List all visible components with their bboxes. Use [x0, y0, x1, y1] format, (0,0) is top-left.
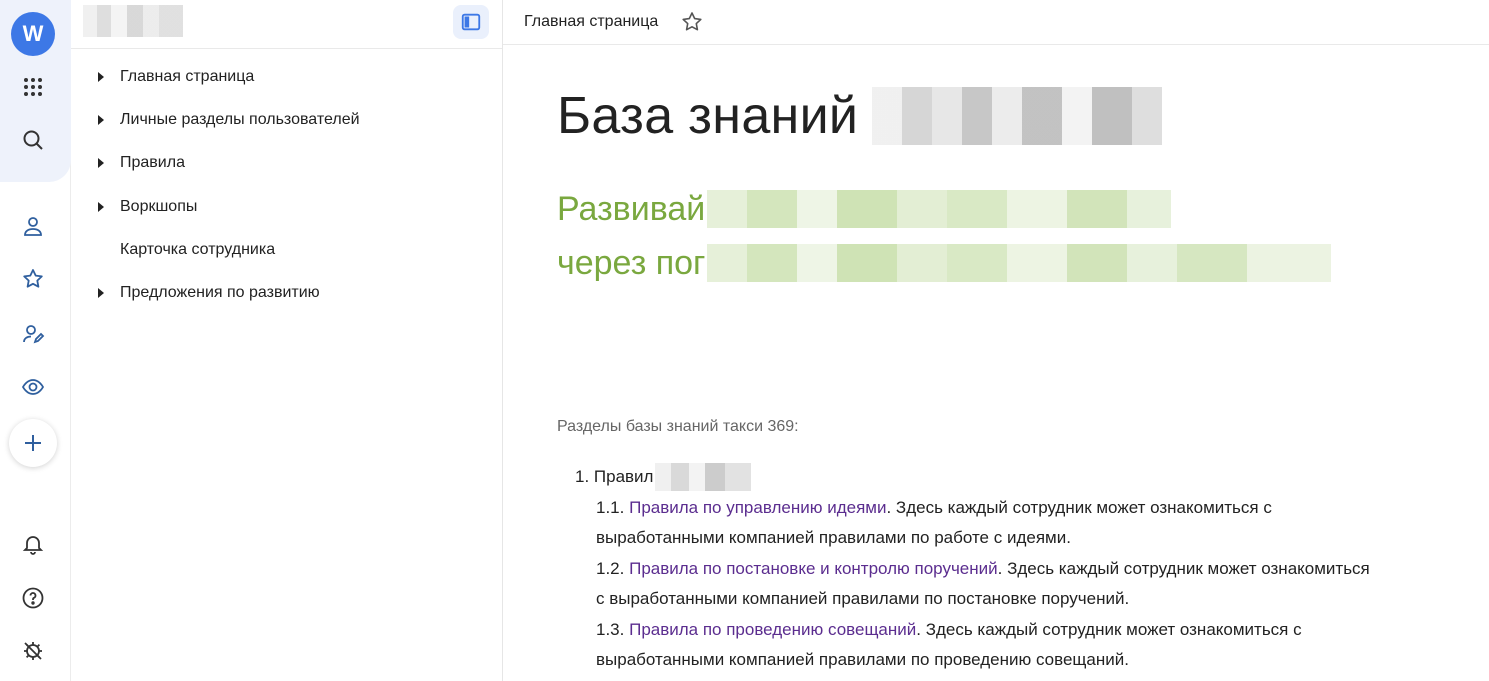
star-icon[interactable] — [14, 260, 52, 298]
item-text-continued: выработанными компанией правилами по раб… — [596, 528, 1071, 547]
rules-tasks-link[interactable]: Правила по постановке и контролю поручен… — [629, 559, 998, 578]
tree-item-label: Карточка сотрудника — [120, 240, 276, 258]
tree-item-development-proposals[interactable]: Предложения по развитию — [71, 271, 502, 314]
item-number: 1.3. — [596, 619, 625, 639]
tree-header — [71, 0, 502, 49]
tree-item-rules[interactable]: Правила — [71, 142, 502, 185]
tree-item-employee-card[interactable]: Карточка сотрудника — [71, 228, 502, 271]
tree-item-label: Личные разделы пользователей — [120, 110, 360, 128]
apps-grid-icon[interactable] — [14, 68, 52, 106]
item-number: 1.1. — [596, 497, 625, 517]
favorite-star-icon[interactable] — [680, 10, 704, 34]
page-content: База знаний Развивай через пог Разделы б… — [557, 86, 1477, 676]
item-text-continued: выработанными компанией правилами по про… — [596, 650, 1129, 669]
tree-item-workshops[interactable]: Воркшопы — [71, 185, 502, 228]
tree-item-label: Правила — [120, 154, 185, 172]
subtitle-line-1: Развивай — [557, 190, 706, 228]
tree-item-label: Главная страница — [120, 67, 255, 85]
page-subtitle: Развивай через пог — [557, 182, 1477, 290]
rules-meetings-link[interactable]: Правила по проведению совещаний — [629, 620, 916, 639]
sidebar-panel-icon — [461, 13, 481, 31]
collapse-sidebar-button[interactable] — [453, 5, 489, 39]
caret-right-icon[interactable] — [71, 71, 120, 82]
redacted-subtitle-part — [707, 190, 1172, 228]
search-icon[interactable] — [14, 121, 52, 159]
bell-icon[interactable] — [14, 525, 52, 563]
item-text-continued: с выработанными компанией правилами по п… — [596, 589, 1130, 608]
page-topbar: Главная страница — [503, 0, 1489, 45]
org-logo-redacted — [83, 5, 183, 37]
wiki-tree-sidebar: Главная страница Личные разделы пользова… — [71, 0, 503, 681]
subtitle-line-2: через пог — [557, 244, 706, 282]
app-rail: W — [0, 0, 71, 681]
list-item: 1.1. Правила по управлению идеями. Здесь… — [575, 493, 1477, 554]
page-title-text: База знаний — [557, 87, 859, 145]
list-item: 1.2. Правила по постановке и контролю по… — [575, 554, 1477, 615]
user-icon[interactable] — [14, 207, 52, 245]
section-heading: 1. Правил — [575, 462, 1477, 493]
list-item: 1.3. Правила по проведению совещаний. Зд… — [575, 615, 1477, 676]
rules-ideas-link[interactable]: Правила по управлению идеями — [629, 498, 886, 517]
tree-item-label: Предложения по развитию — [120, 284, 320, 302]
caret-right-icon[interactable] — [71, 158, 120, 169]
plus-icon[interactable] — [9, 419, 57, 467]
main-area: Главная страница База знаний Развивай че… — [503, 0, 1489, 681]
caret-right-icon[interactable] — [71, 288, 120, 299]
eye-icon[interactable] — [14, 368, 52, 406]
item-text: . Здесь каждый сотрудник может ознакомит… — [997, 558, 1370, 578]
item-text: . Здесь каждый сотрудник может ознакомит… — [916, 619, 1302, 639]
tree-list: Главная страница Личные разделы пользова… — [71, 49, 502, 315]
user-avatar[interactable]: W — [11, 12, 55, 56]
redacted-subtitle-part — [707, 244, 1332, 282]
caret-right-icon[interactable] — [71, 114, 120, 125]
item-number: 1.2. — [596, 558, 625, 578]
sections-label: Разделы базы знаний такси 369: — [557, 418, 799, 435]
page-title: База знаний — [557, 86, 1477, 146]
tree-item-home[interactable]: Главная страница — [71, 55, 502, 98]
tree-item-label: Воркшопы — [120, 197, 198, 215]
caret-right-icon[interactable] — [71, 201, 120, 212]
user-edit-icon[interactable] — [14, 315, 52, 353]
section-heading-text: 1. Правил — [575, 467, 654, 486]
redacted-section-part — [655, 463, 752, 492]
item-text: . Здесь каждый сотрудник может ознакомит… — [886, 497, 1272, 517]
bug-settings-icon[interactable] — [14, 632, 52, 670]
tree-item-user-sections[interactable]: Личные разделы пользователей — [71, 98, 502, 141]
help-icon[interactable] — [14, 579, 52, 617]
redacted-title-part — [872, 87, 1163, 145]
breadcrumb[interactable]: Главная страница — [524, 13, 658, 31]
sections-list: 1. Правил 1.1. Правила по управлению иде… — [557, 462, 1477, 676]
